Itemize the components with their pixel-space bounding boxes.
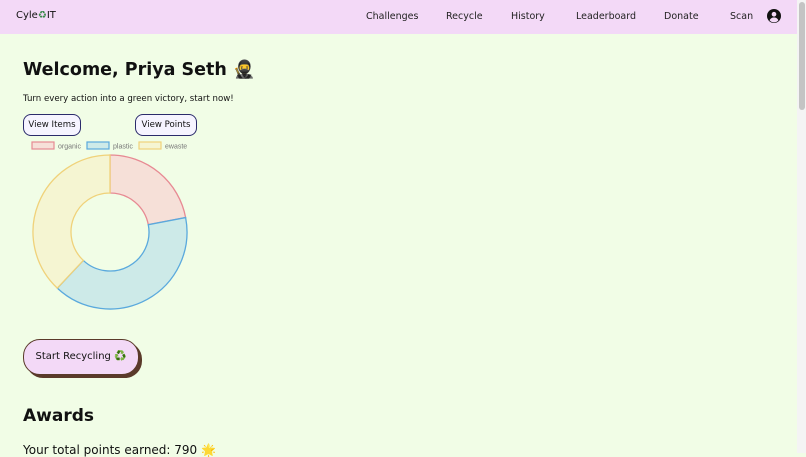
awards-heading: Awards bbox=[23, 406, 95, 426]
points-text: Your total points earned: 790 bbox=[23, 443, 198, 457]
legend-swatch-ewaste[interactable] bbox=[138, 141, 162, 150]
welcome-text: Welcome, Priya Seth bbox=[23, 60, 227, 80]
star-emoji-icon: 🌟 bbox=[201, 443, 216, 457]
brand-name-pre: Cyle bbox=[16, 10, 38, 21]
legend-label-organic[interactable]: organic bbox=[58, 144, 81, 151]
brand-logo[interactable]: Cyle♻IT bbox=[16, 10, 56, 21]
legend-swatch-organic[interactable] bbox=[31, 141, 55, 150]
recycle-icon: ♻ bbox=[37, 10, 47, 21]
view-points-button[interactable]: View Points bbox=[135, 114, 197, 136]
legend-label-ewaste[interactable]: ewaste bbox=[165, 144, 187, 151]
start-recycling-label: Start Recycling bbox=[35, 351, 111, 362]
slice-ewaste[interactable] bbox=[32, 154, 111, 290]
page-scrollbar-thumb[interactable] bbox=[799, 2, 805, 110]
nav-history[interactable]: History bbox=[511, 11, 545, 22]
chart-legend: organic plastic ewaste bbox=[31, 141, 187, 151]
nav-recycle[interactable]: Recycle bbox=[446, 11, 483, 22]
points-summary: Your total points earned: 790 🌟 bbox=[23, 443, 216, 457]
nav-challenges[interactable]: Challenges bbox=[366, 11, 418, 22]
tagline: Turn every action into a green victory, … bbox=[23, 94, 234, 104]
account-circle-icon[interactable] bbox=[767, 9, 781, 23]
nav-scan[interactable]: Scan bbox=[730, 11, 753, 22]
chart-slices bbox=[32, 154, 188, 310]
legend-swatch-plastic[interactable] bbox=[86, 141, 110, 150]
brand-name-post: IT bbox=[46, 10, 56, 21]
top-navbar: Cyle♻IT Challenges Recycle History Leade… bbox=[0, 0, 797, 34]
ninja-emoji-icon: 🥷 bbox=[232, 60, 255, 80]
nav-donate[interactable]: Donate bbox=[664, 11, 699, 22]
waste-doughnut-chart: organic plastic ewaste bbox=[31, 141, 188, 310]
slice-organic[interactable] bbox=[109, 154, 187, 226]
welcome-heading: Welcome, Priya Seth 🥷 bbox=[23, 60, 255, 80]
recycle-emoji-icon: ♻️ bbox=[114, 351, 127, 362]
start-recycling-button[interactable]: Start Recycling ♻️ bbox=[23, 339, 139, 375]
view-items-button[interactable]: View Items bbox=[23, 114, 81, 136]
legend-label-plastic[interactable]: plastic bbox=[113, 144, 133, 151]
nav-leaderboard[interactable]: Leaderboard bbox=[576, 11, 636, 22]
